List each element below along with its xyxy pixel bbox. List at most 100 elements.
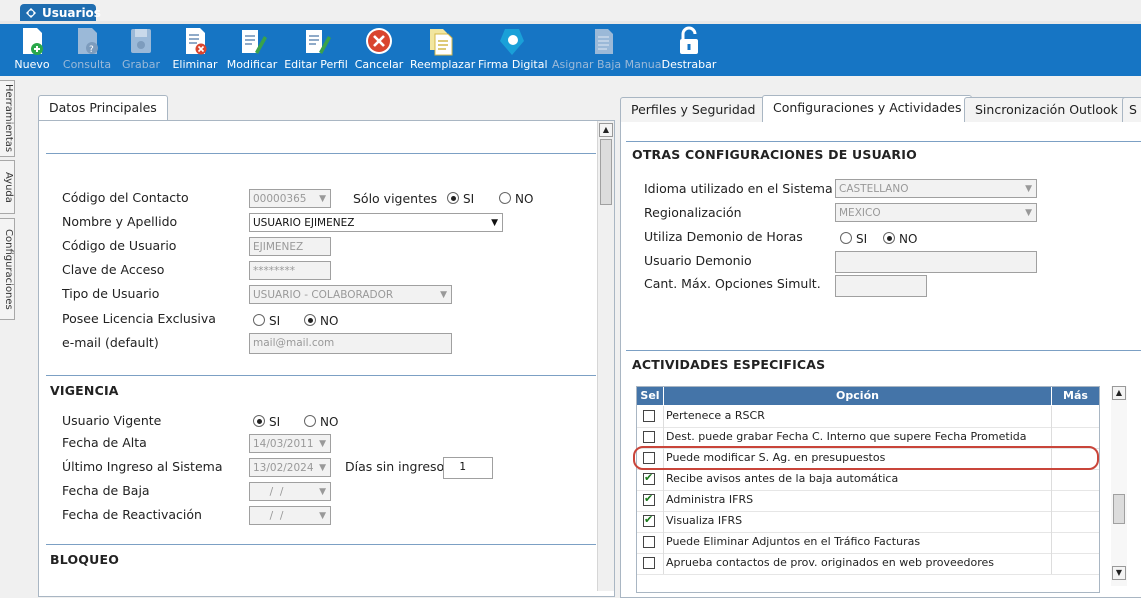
scroll-thumb[interactable] (600, 139, 612, 205)
solo-vigentes-si-radio[interactable]: SI (447, 192, 474, 206)
demonio-no-radio[interactable]: NO (883, 232, 917, 246)
scroll-down-icon[interactable]: ▼ (1112, 566, 1126, 580)
table-row[interactable]: Visualiza IFRS (637, 511, 1099, 533)
idioma-select[interactable]: CASTELLANO ▼ (835, 179, 1037, 198)
radio-selected-icon (883, 232, 895, 244)
ultimo-ingreso-field[interactable]: 13/02/2024 ▼ (249, 458, 331, 477)
tipo-usuario-select[interactable]: USUARIO - COLABORADOR ▼ (249, 285, 452, 304)
consulta-button[interactable]: ? Consulta (62, 24, 112, 76)
chevron-down-icon: ▼ (319, 511, 326, 521)
column-header-sel[interactable]: Sel (637, 387, 663, 405)
divider (46, 375, 596, 376)
label-licencia: Posee Licencia Exclusiva (62, 311, 216, 326)
window-tab-usuarios[interactable]: Usuarios (20, 4, 101, 22)
destrabar-button[interactable]: Destrabar (660, 24, 718, 76)
scroll-up-icon[interactable]: ▲ (599, 123, 613, 137)
section-bloqueo: BLOQUEO (50, 552, 120, 567)
cell-divider (1051, 532, 1052, 553)
column-header-opcion[interactable]: Opción (664, 387, 1051, 405)
nuevo-button[interactable]: Nuevo (10, 24, 54, 76)
usuario-vigente-si-radio[interactable]: SI (253, 415, 280, 429)
section-otras-configuraciones: OTRAS CONFIGURACIONES DE USUARIO (632, 147, 917, 162)
row-checkbox[interactable] (643, 557, 655, 569)
row-checkbox[interactable] (643, 410, 655, 422)
row-checkbox[interactable] (643, 431, 655, 443)
editar-perfil-button[interactable]: Editar Perfil (284, 24, 348, 76)
cell-divider (663, 490, 664, 511)
cancel-icon (366, 28, 392, 54)
clave-field[interactable]: ******** (249, 261, 331, 280)
cell-divider (1051, 490, 1052, 511)
cancelar-button[interactable]: Cancelar (354, 24, 404, 76)
regionalizacion-select[interactable]: MEXICO ▼ (835, 203, 1037, 222)
codigo-contacto-select[interactable]: 00000365 ▼ (249, 189, 331, 208)
cell-divider (1051, 427, 1052, 448)
cant-max-field[interactable] (835, 275, 927, 297)
digital-signature-icon (500, 29, 524, 55)
scroll-thumb[interactable] (1113, 494, 1125, 524)
tab-configuraciones-actividades[interactable]: Configuraciones y Actividades (762, 95, 973, 122)
usuario-demonio-field[interactable] (835, 251, 1037, 273)
codigo-usuario-field[interactable]: EJIMENEZ (249, 237, 331, 256)
radio-selected-icon (447, 192, 459, 204)
cell-divider (1051, 406, 1052, 427)
row-checkbox[interactable] (643, 492, 655, 506)
eliminar-button[interactable]: Eliminar (172, 24, 218, 76)
cell-divider (1051, 511, 1052, 532)
table-row[interactable]: Recibe avisos antes de la baja automátic… (637, 469, 1099, 491)
chevron-down-icon: ▼ (319, 194, 326, 204)
dias-sin-ingreso-field[interactable]: 1 (443, 457, 493, 479)
cell-divider (1051, 469, 1052, 490)
tab-datos-principales[interactable]: Datos Principales (38, 95, 168, 122)
scroll-up-icon[interactable]: ▲ (1112, 386, 1126, 400)
radio-icon (499, 192, 511, 204)
fecha-reactivacion-field[interactable]: / / ▼ (249, 506, 331, 525)
label-ultimo-ingreso: Último Ingreso al Sistema (62, 459, 223, 474)
label-clave: Clave de Acceso (62, 262, 165, 277)
table-row[interactable]: Administra IFRS (637, 490, 1099, 512)
label-usuario-demonio: Usuario Demonio (644, 253, 752, 268)
licencia-no-radio[interactable]: NO (304, 314, 338, 328)
table-row[interactable]: Aprueba contactos de prov. originados en… (637, 553, 1099, 575)
row-checkbox[interactable] (643, 471, 655, 485)
window-tab-title: Usuarios (42, 6, 101, 20)
grid-scrollbar[interactable]: ▲ ▼ (1111, 386, 1127, 586)
side-tab-configuraciones[interactable]: Configuraciones (0, 218, 15, 320)
delete-doc-icon (186, 28, 207, 55)
label-codigo-contacto: Código del Contacto (62, 190, 189, 205)
nombre-select[interactable]: USUARIO EJIMENEZ ▼ (249, 213, 503, 232)
label-demonio-horas: Utiliza Demonio de Horas (644, 229, 803, 244)
grabar-button[interactable]: Grabar (120, 24, 162, 76)
radio-selected-icon (304, 314, 316, 326)
tab-overflow[interactable]: S (1122, 97, 1141, 122)
fecha-baja-field[interactable]: / / ▼ (249, 482, 331, 501)
side-tab-ayuda[interactable]: Ayuda (0, 160, 15, 214)
demonio-si-radio[interactable]: SI (840, 232, 867, 246)
fecha-alta-field[interactable]: 14/03/2011 ▼ (249, 434, 331, 453)
new-doc-icon (23, 28, 43, 55)
reemplazar-button[interactable]: Reemplazar (410, 24, 475, 76)
row-checkbox[interactable] (643, 513, 655, 527)
chevron-down-icon: ▼ (319, 439, 326, 449)
row-option-label: Dest. puede grabar Fecha C. Interno que … (666, 430, 1027, 443)
licencia-si-radio[interactable]: SI (253, 314, 280, 328)
email-field[interactable]: mail@mail.com (249, 333, 452, 354)
usuario-vigente-no-radio[interactable]: NO (304, 415, 338, 429)
table-row[interactable]: Puede Eliminar Adjuntos en el Tráfico Fa… (637, 532, 1099, 554)
left-panel-scrollbar[interactable]: ▲ (597, 121, 614, 591)
tab-perfiles-seguridad[interactable]: Perfiles y Seguridad (620, 97, 767, 122)
divider (626, 350, 1141, 351)
cell-divider (663, 427, 664, 448)
cell-divider (663, 469, 664, 490)
modificar-button[interactable]: Modificar (226, 24, 278, 76)
row-checkbox[interactable] (643, 536, 655, 548)
tab-sincronizacion-outlook[interactable]: Sincronización Outlook (964, 97, 1129, 122)
column-header-mas[interactable]: Más (1052, 387, 1099, 405)
row-option-label: Administra IFRS (666, 493, 754, 506)
solo-vigentes-no-radio[interactable]: NO (499, 192, 533, 206)
firma-digital-button[interactable]: Firma Digital (478, 24, 548, 76)
table-row[interactable]: Pertenece a RSCR (637, 406, 1099, 428)
actividades-grid: Sel Opción Más Pertenece a RSCR Dest. pue… (636, 386, 1100, 593)
side-tab-herramientas[interactable]: Herramientas (0, 80, 15, 157)
asignar-baja-manual-button[interactable]: Asignar Baja Manual (552, 24, 665, 76)
